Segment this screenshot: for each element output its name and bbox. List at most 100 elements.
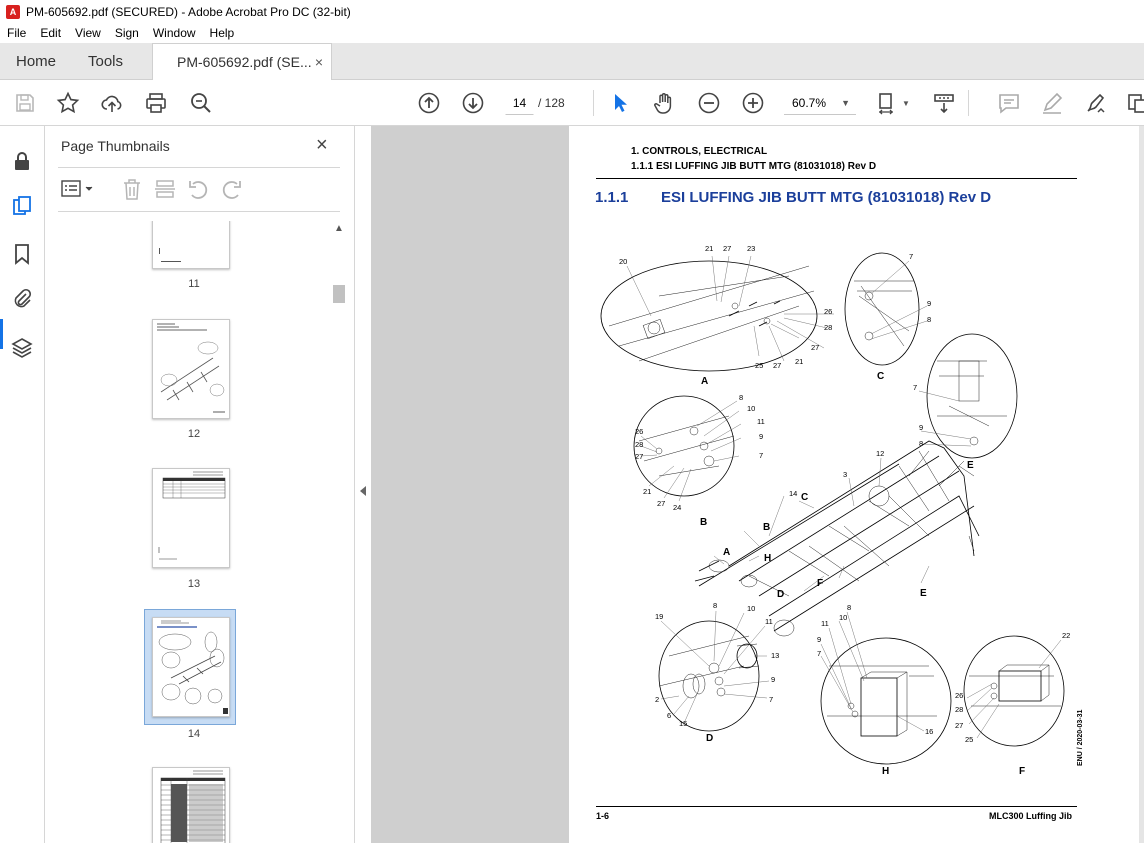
save-icon[interactable] — [13, 91, 37, 115]
fit-page-icon[interactable] — [876, 91, 900, 115]
svg-text:E: E — [967, 460, 974, 471]
previous-page-icon[interactable] — [417, 91, 441, 115]
layers-icon[interactable] — [11, 336, 33, 358]
svg-text:13: 13 — [771, 651, 779, 660]
svg-text:11: 11 — [821, 619, 829, 628]
close-panel-icon[interactable]: × — [316, 134, 328, 157]
zoom-out-icon[interactable] — [697, 91, 721, 115]
tab-tools[interactable]: Tools — [88, 43, 123, 80]
zoom-level-value: 60.7% — [792, 96, 827, 110]
toolbar-separator — [968, 90, 969, 116]
svg-text:28: 28 — [635, 440, 643, 449]
svg-text:21: 21 — [795, 357, 803, 366]
rotate-right-icon[interactable] — [221, 178, 243, 200]
comment-icon[interactable] — [997, 91, 1021, 115]
svg-text:11: 11 — [765, 617, 773, 626]
svg-text:19: 19 — [655, 612, 663, 621]
menu-window[interactable]: Window — [146, 26, 203, 40]
fit-options-chevron-icon[interactable]: ▼ — [902, 99, 910, 108]
svg-text:7: 7 — [909, 252, 913, 261]
title-bar: A PM-605692.pdf (SECURED) - Adobe Acroba… — [0, 0, 1144, 23]
svg-text:28: 28 — [824, 323, 832, 332]
collapse-panel-icon[interactable] — [360, 486, 366, 496]
select-cursor-icon[interactable] — [608, 91, 632, 115]
svg-text:26: 26 — [955, 691, 963, 700]
svg-text:10: 10 — [839, 613, 847, 622]
page-thumbnail-11[interactable] — [152, 221, 230, 269]
svg-text:26: 26 — [824, 307, 832, 316]
svg-text:27: 27 — [811, 343, 819, 352]
next-page-icon[interactable] — [461, 91, 485, 115]
panel-collapse-handle[interactable] — [354, 126, 371, 843]
detail-label-a: A — [701, 376, 708, 387]
print-icon[interactable] — [144, 91, 168, 115]
svg-text:B: B — [763, 522, 770, 533]
page-label: 13 — [187, 578, 201, 590]
navigation-rail — [0, 126, 45, 843]
more-tools-icon[interactable] — [1126, 91, 1144, 115]
page-footer-title: MLC300 Luffing Jib — [989, 811, 1072, 821]
svg-text:10: 10 — [747, 404, 755, 413]
page-thumbnails-icon[interactable] — [11, 196, 33, 218]
thumbnail-options-icon[interactable] — [61, 178, 95, 200]
extract-pages-icon[interactable] — [154, 178, 176, 200]
page-thumbnail-15[interactable] — [152, 767, 230, 843]
hand-tool-icon[interactable] — [652, 91, 676, 115]
tab-home[interactable]: Home — [16, 43, 56, 80]
page-label: 12 — [187, 428, 201, 440]
close-tab-icon[interactable]: × — [315, 54, 323, 70]
window-title: PM-605692.pdf (SECURED) - Adobe Acrobat … — [26, 4, 351, 19]
bookmarks-icon[interactable] — [11, 243, 33, 265]
svg-text:B: B — [700, 517, 707, 528]
svg-text:27: 27 — [955, 721, 963, 730]
delete-pages-icon[interactable] — [121, 178, 143, 200]
menu-sign[interactable]: Sign — [108, 26, 146, 40]
header-rule — [596, 178, 1077, 179]
menu-file[interactable]: File — [0, 26, 33, 40]
svg-text:E: E — [920, 588, 927, 599]
zoom-search-icon[interactable] — [189, 91, 213, 115]
tab-document[interactable]: PM-605692.pdf (SE... × — [152, 43, 332, 80]
pdf-page: 1. CONTROLS, ELECTRICAL 1.1.1 ESI LUFFIN… — [569, 126, 1139, 843]
menu-edit[interactable]: Edit — [33, 26, 68, 40]
scrollbar-thumb[interactable] — [333, 285, 345, 303]
rotate-left-icon[interactable] — [187, 178, 209, 200]
svg-text:15: 15 — [679, 719, 687, 728]
svg-text:7: 7 — [913, 383, 917, 392]
bookmark-star-icon[interactable] — [56, 91, 80, 115]
page-thumbnail-12[interactable] — [152, 319, 230, 419]
svg-text:9: 9 — [817, 635, 821, 644]
svg-text:6: 6 — [667, 711, 671, 720]
tab-document-label: PM-605692.pdf (SE... — [177, 54, 312, 70]
thumbnail-scrollbar[interactable]: ▲ — [332, 221, 346, 843]
zoom-in-icon[interactable] — [741, 91, 765, 115]
technical-drawing: 20 21 27 23 2628 2721 25 27 A 798 C 798 E — [600, 244, 1070, 776]
svg-text:21: 21 — [643, 487, 651, 496]
scroll-mode-icon[interactable] — [932, 91, 956, 115]
page-total: / 128 — [538, 96, 565, 110]
svg-text:9: 9 — [759, 432, 763, 441]
main-toolbar — [0, 80, 1144, 126]
menu-help[interactable]: Help — [203, 26, 242, 40]
upload-cloud-icon[interactable] — [100, 91, 124, 115]
fill-sign-icon[interactable] — [1084, 91, 1108, 115]
svg-text:8: 8 — [739, 393, 743, 402]
page-header-section: 1.1.1 ESI LUFFING JIB BUTT MTG (81031018… — [631, 161, 877, 172]
svg-text:H: H — [882, 766, 889, 776]
attachments-paperclip-icon[interactable] — [11, 288, 33, 310]
zoom-level-dropdown[interactable]: 60.7% ▼ — [784, 91, 856, 115]
page-thumbnail-14[interactable] — [152, 617, 230, 717]
menu-view[interactable]: View — [68, 26, 108, 40]
page-thumbnail-13[interactable] — [152, 468, 230, 568]
document-view[interactable]: 1. CONTROLS, ELECTRICAL 1.1.1 ESI LUFFIN… — [371, 126, 1144, 843]
lock-icon[interactable] — [11, 150, 33, 172]
scroll-up-icon[interactable]: ▲ — [334, 223, 344, 234]
svg-text:27: 27 — [773, 361, 781, 370]
document-scrollbar[interactable] — [1139, 126, 1144, 843]
highlight-pen-icon[interactable] — [1040, 91, 1064, 115]
page-number-input[interactable]: 14 — [505, 91, 534, 115]
svg-text:9: 9 — [919, 423, 923, 432]
page-thumbnails-panel: Page Thumbnails × 11 12 13 14 ▲ — [46, 126, 354, 843]
svg-text:8: 8 — [847, 603, 851, 612]
svg-text:F: F — [1019, 766, 1025, 776]
